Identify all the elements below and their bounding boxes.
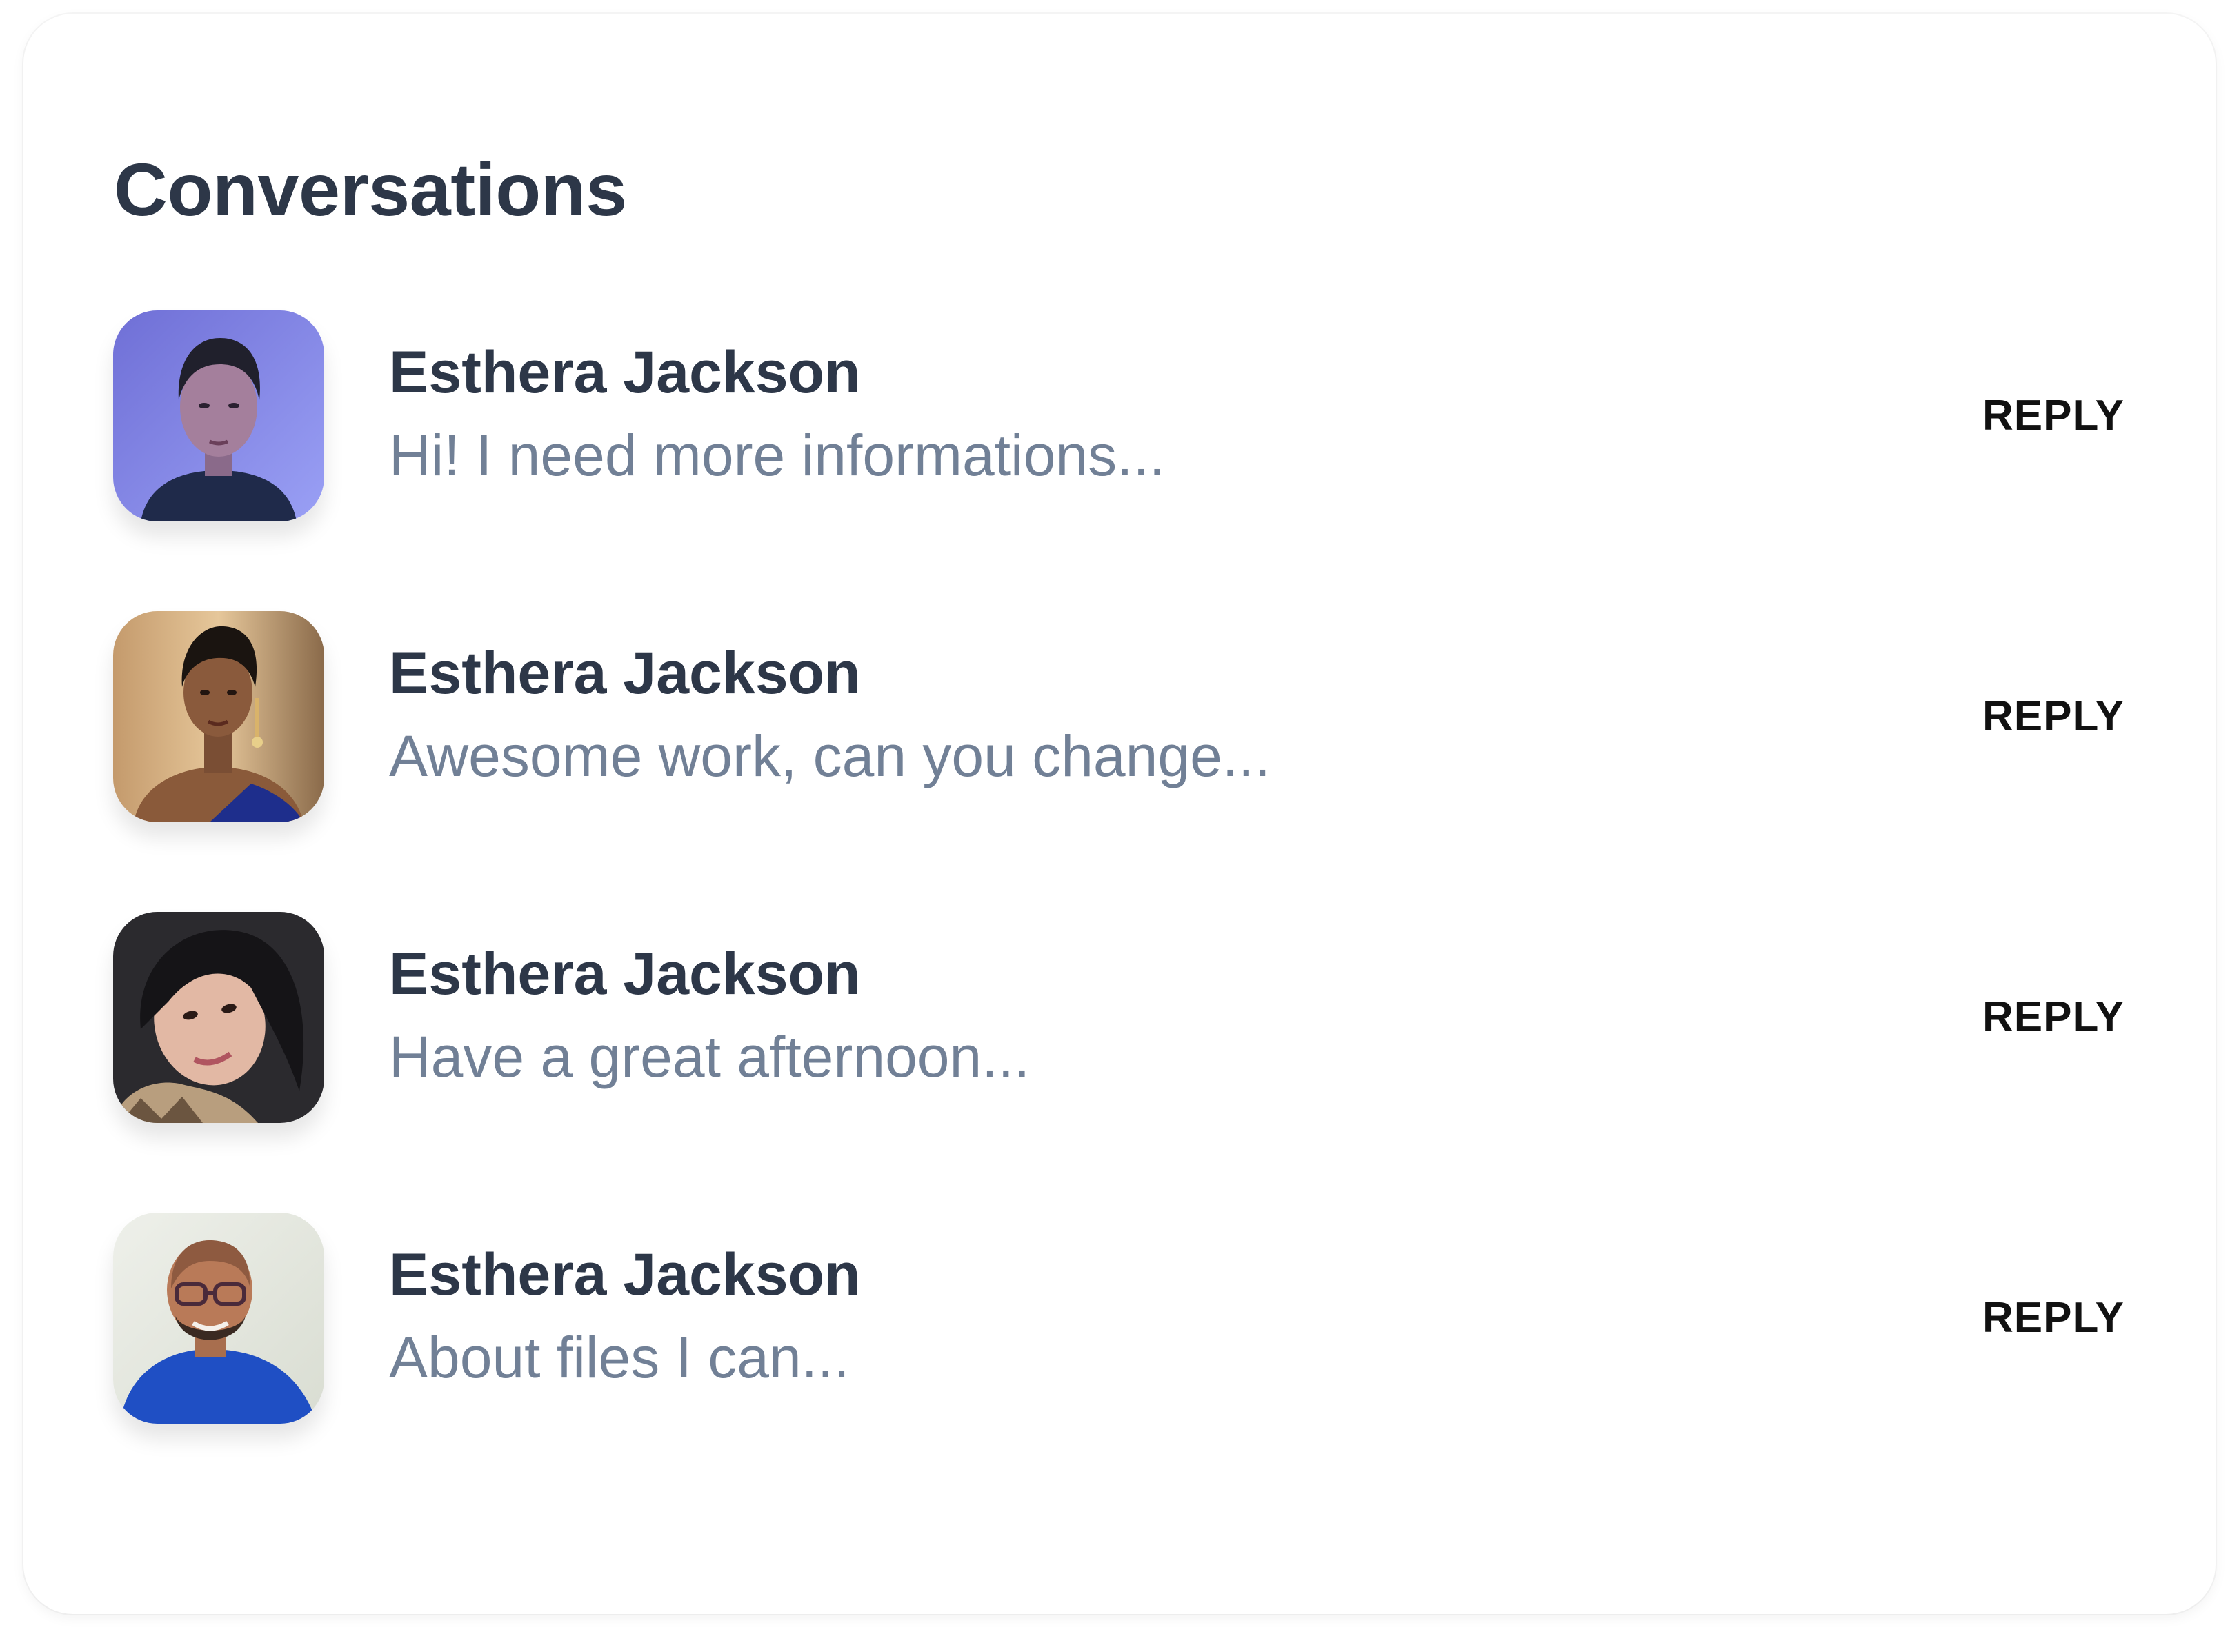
avatar <box>113 912 324 1123</box>
reply-button[interactable]: REPLY <box>1982 986 2162 1048</box>
message-preview: Awesome work, can you change... <box>389 724 1271 788</box>
conversation-list: Esthera Jackson Hi! I need more informat… <box>23 14 2216 1614</box>
avatar-photo-icon <box>113 1213 324 1424</box>
contact-name: Esthera Jackson <box>389 640 861 706</box>
contact-name: Esthera Jackson <box>389 339 861 406</box>
message-preview: Have a great afternoon... <box>389 1024 1031 1089</box>
avatar <box>113 1213 324 1424</box>
avatar <box>113 310 324 521</box>
reply-button[interactable]: REPLY <box>1982 686 2162 748</box>
conversations-card: Conversations Esthera Jackson Hi! I need… <box>23 14 2216 1614</box>
message-preview: About files I can... <box>389 1325 850 1390</box>
avatar <box>113 611 324 822</box>
contact-name: Esthera Jackson <box>389 941 861 1007</box>
message-preview: Hi! I need more informations... <box>389 423 1166 488</box>
contact-name: Esthera Jackson <box>389 1242 861 1308</box>
avatar-photo-icon <box>113 310 324 521</box>
conversation-item: Esthera Jackson Awesome work, can you ch… <box>23 611 2216 822</box>
avatar-photo-icon <box>113 912 324 1123</box>
conversation-item: Esthera Jackson Hi! I need more informat… <box>23 310 2216 521</box>
reply-button[interactable]: REPLY <box>1982 1287 2162 1349</box>
avatar-photo-icon <box>113 611 324 822</box>
reply-button[interactable]: REPLY <box>1982 385 2162 447</box>
conversation-item: Esthera Jackson Have a great afternoon..… <box>23 912 2216 1123</box>
conversation-item: Esthera Jackson About files I can... REP… <box>23 1213 2216 1424</box>
